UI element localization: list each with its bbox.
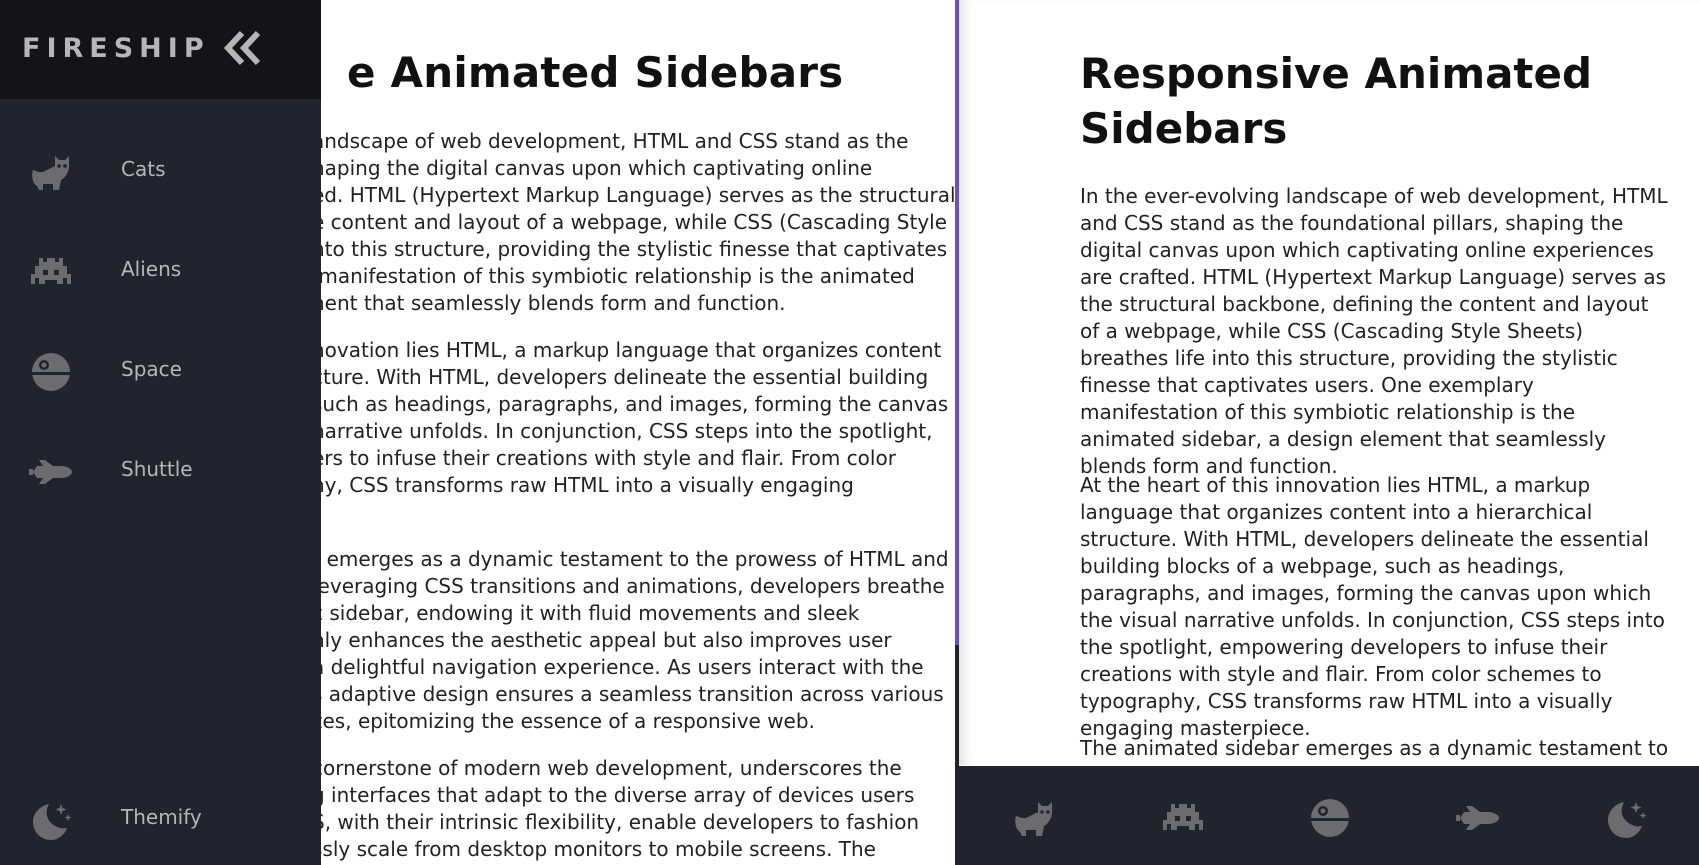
right-paragraph-1: In the ever-evolving landscape of web de…: [1080, 184, 1668, 478]
sidebar-item-label: Themify: [121, 805, 202, 829]
desktop-view: e Animated Sidebars andscape of web deve…: [0, 0, 955, 865]
sidebar-item-space[interactable]: Space: [0, 335, 321, 405]
moon-stars-icon[interactable]: [1604, 796, 1648, 840]
left-paragraph-1: andscape of web development, HTML and CS…: [312, 129, 955, 315]
left-paragraph-4: cornerstone of modern web development, u…: [312, 756, 920, 861]
bottom-nav: [959, 766, 1699, 865]
alien-icon[interactable]: [1161, 796, 1205, 840]
sidebar-item-label: Aliens: [121, 257, 182, 281]
left-paragraph-2: novation lies HTML, a markup language th…: [312, 338, 949, 497]
right-paragraph-2: At the heart of this innovation lies HTM…: [1080, 473, 1665, 740]
sidebar-item-shuttle[interactable]: Shuttle: [0, 435, 321, 505]
sidebar-item-label: Space: [121, 357, 182, 381]
sidebar-item-aliens[interactable]: Aliens: [0, 235, 321, 305]
cat-icon: [29, 150, 73, 194]
right-main-content: Responsive Animated Sidebars In the ever…: [959, 0, 1699, 765]
right-paragraph-3: The animated sidebar emerges as a dynami…: [1080, 736, 1669, 765]
sidebar-item-cats[interactable]: Cats: [0, 135, 321, 205]
page-title: e Animated Sidebars: [347, 48, 844, 97]
shuttle-icon[interactable]: [1456, 796, 1500, 840]
cat-icon[interactable]: [1012, 796, 1056, 840]
sidebar-header: Fireship: [0, 0, 321, 99]
shuttle-icon: [29, 450, 73, 494]
sidebar-item-themify[interactable]: Themify: [0, 783, 321, 853]
double-chevron-left-icon[interactable]: [223, 30, 264, 66]
sidebar-item-label: Cats: [121, 157, 166, 181]
space-station-icon: [29, 350, 73, 394]
left-paragraph-3: r emerges as a dynamic testament to the …: [312, 547, 949, 733]
mobile-view: Responsive Animated Sidebars In the ever…: [959, 0, 1699, 865]
logo-text[interactable]: Fireship: [22, 33, 210, 64]
page-title: Responsive Animated Sidebars: [1080, 49, 1593, 153]
sidebar-item-label: Shuttle: [121, 457, 193, 481]
sidebar: Fireship Cats: [0, 0, 321, 865]
moon-stars-icon: [29, 798, 73, 842]
alien-icon: [29, 250, 73, 294]
space-station-icon[interactable]: [1308, 796, 1352, 840]
